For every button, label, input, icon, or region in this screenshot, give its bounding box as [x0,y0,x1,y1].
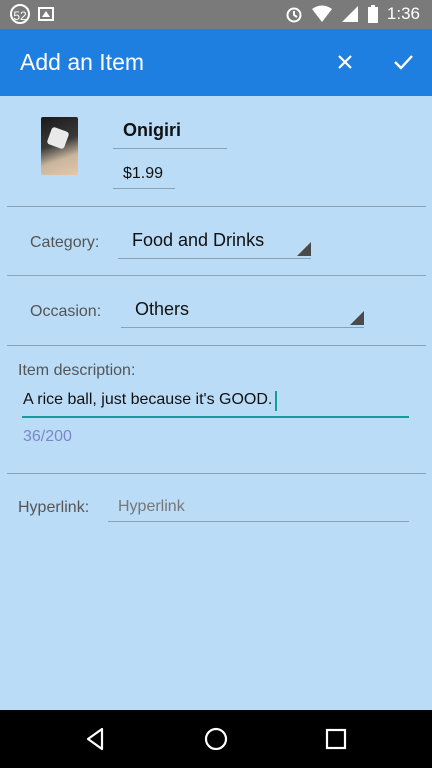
status-bar-left: 52 [10,4,54,24]
wifi-icon [311,5,332,22]
image-icon [38,7,54,21]
recents-icon[interactable] [321,724,351,754]
item-photo[interactable] [41,117,78,175]
signal-icon [341,6,358,22]
description-input[interactable]: A rice ball, just because it's GOOD. [22,386,409,418]
divider [7,275,426,276]
navigation-bar [0,710,432,768]
home-icon[interactable] [201,724,231,754]
status-bar-right: 1:36 [285,4,420,24]
back-icon[interactable] [81,724,111,754]
item-name-value: Onigiri [123,120,181,140]
occasion-label: Occasion: [30,303,102,320]
dropdown-arrow-icon [350,311,364,325]
category-label: Category: [30,234,100,251]
alarm-icon [286,7,302,23]
divider [7,345,426,346]
hyperlink-placeholder: Hyperlink [118,498,185,515]
hyperlink-label: Hyperlink: [18,499,90,516]
battery-icon [367,5,378,23]
check-icon[interactable] [388,47,418,77]
item-price-field[interactable]: $1.99 [113,156,175,189]
item-form: Onigiri $1.99 Category: Food and Drinks … [0,96,432,710]
divider [7,473,426,474]
app-bar: Add an Item [0,29,432,96]
notification-count-badge: 52 [10,4,30,24]
item-name-field[interactable]: Onigiri [113,110,227,149]
clock-time: 1:36 [386,4,420,23]
description-label: Item description: [18,362,136,379]
hyperlink-input[interactable]: Hyperlink [108,492,409,522]
close-icon[interactable] [330,47,360,77]
text-cursor [275,391,277,411]
character-counter: 36/200 [23,428,72,445]
divider [7,206,426,207]
page-title: Add an Item [20,49,145,75]
status-bar: 52 1:36 [0,0,432,29]
item-price-value: $1.99 [123,165,164,182]
dropdown-arrow-icon [297,242,311,256]
occasion-dropdown[interactable]: Others [121,293,364,328]
occasion-value: Others [135,299,190,319]
category-value: Food and Drinks [132,230,265,250]
category-dropdown[interactable]: Food and Drinks [118,224,311,259]
description-value: A rice ball, just because it's GOOD. [23,391,273,408]
